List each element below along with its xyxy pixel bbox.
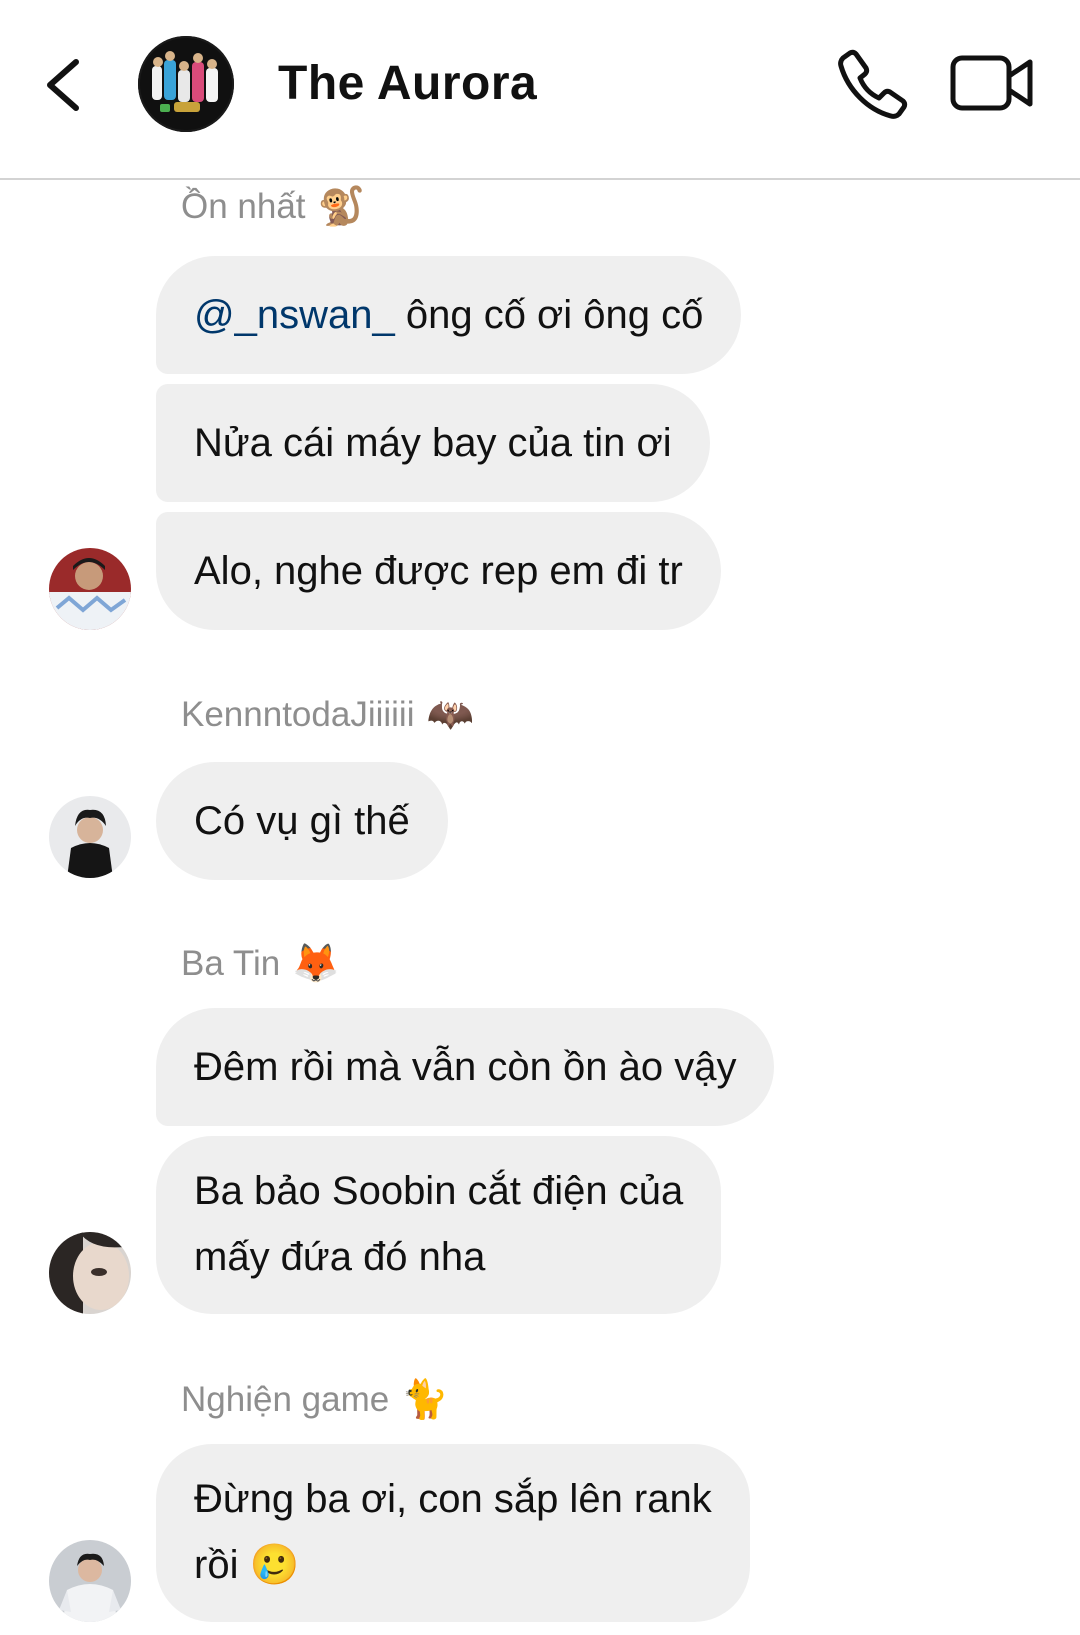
- sender-name-text: Nghiện game: [181, 1380, 390, 1419]
- message-text-line: rồi 🥲: [194, 1532, 712, 1598]
- message-text: Có vụ gì thế: [194, 799, 410, 843]
- message-bubble[interactable]: @_nswan_ ông cố ơi ông cố: [156, 256, 742, 374]
- message-bubble[interactable]: Có vụ gì thế: [156, 762, 448, 880]
- message-text: Alo, nghe được rep em đi tr: [194, 549, 683, 593]
- avatar[interactable]: [49, 548, 131, 630]
- user-avatar-photo: [49, 796, 131, 878]
- avatar[interactable]: [49, 796, 131, 878]
- tearful-smile-emoji-icon: 🥲: [249, 1543, 300, 1587]
- chat-title[interactable]: The Aurora: [278, 56, 537, 111]
- cat-emoji-icon: 🐈: [401, 1379, 449, 1421]
- message-bubble[interactable]: Đêm rồi mà vẫn còn ồn ào vậy: [156, 1008, 775, 1126]
- message-bubble[interactable]: Đừng ba ơi, con sắp lên rank rồi 🥲: [156, 1444, 750, 1622]
- fox-emoji-icon: 🦊: [292, 943, 340, 985]
- message-text: Đêm rồi mà vẫn còn ồn ào vậy: [194, 1045, 737, 1089]
- audio-call-button[interactable]: [836, 48, 908, 120]
- avatar[interactable]: [49, 1540, 131, 1622]
- message-text-line: Ba bảo Soobin cắt điện của: [194, 1169, 684, 1213]
- message-text-line: Đừng ba ơi, con sắp lên rank: [194, 1477, 712, 1521]
- video-camera-icon: [950, 55, 1033, 111]
- message-text: ông cố ơi ông cố: [394, 293, 704, 337]
- message-bubble[interactable]: Nửa cái máy bay của tin ơi: [156, 384, 710, 502]
- bat-emoji-icon: 🦇: [426, 694, 474, 736]
- sender-name-text: Ồn nhất: [181, 187, 306, 226]
- sender-name: Nghiện game 🐈: [181, 1378, 449, 1422]
- message-bubble[interactable]: Ba bảo Soobin cắt điện của mấy đứa đó nh…: [156, 1136, 722, 1314]
- sender-name: Ồn nhất 🐒: [181, 185, 365, 229]
- user-avatar-photo: [49, 1232, 131, 1314]
- message-text: rồi: [194, 1543, 239, 1587]
- group-avatar[interactable]: [138, 36, 234, 132]
- message-bubble[interactable]: Alo, nghe được rep em đi tr: [156, 512, 721, 630]
- message-text-line: mấy đứa đó nha: [194, 1235, 486, 1279]
- chevron-left-icon: [47, 59, 79, 111]
- sender-name: KennntodaJiiiiii 🦇: [181, 693, 474, 737]
- video-call-button[interactable]: [950, 52, 1036, 116]
- back-button[interactable]: [38, 50, 98, 120]
- mention-link[interactable]: @_nswan_: [194, 293, 395, 337]
- message-text: Nửa cái máy bay của tin ơi: [194, 421, 672, 465]
- sender-name: Ba Tin 🦊: [181, 942, 340, 986]
- chat-header: The Aurora: [0, 0, 1080, 180]
- sender-name-text: Ba Tin: [181, 944, 281, 983]
- sender-name-text: KennntodaJiiiiii: [181, 695, 415, 734]
- group-photo: [138, 36, 234, 132]
- phone-icon: [838, 49, 908, 119]
- user-avatar-photo: [49, 1540, 131, 1622]
- avatar[interactable]: [49, 1232, 131, 1314]
- user-avatar-photo: [49, 548, 131, 630]
- monkey-emoji-icon: 🐒: [317, 186, 365, 228]
